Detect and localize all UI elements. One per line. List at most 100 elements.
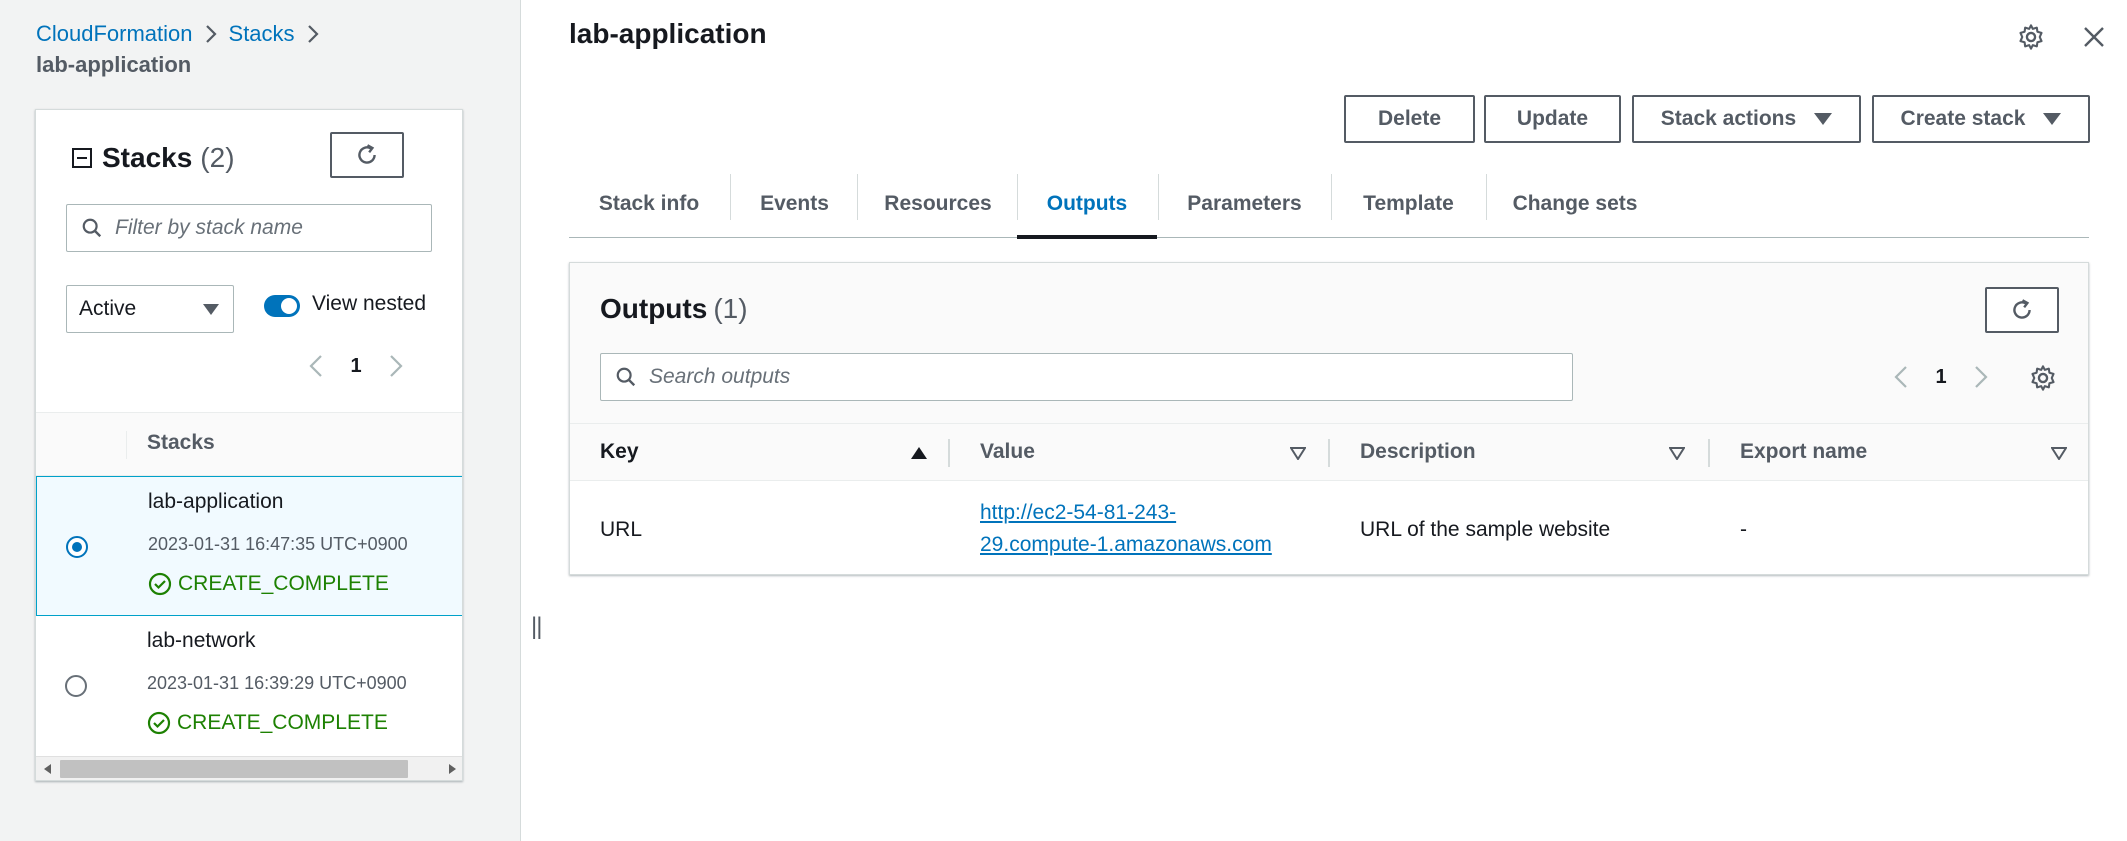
stack-actions-dropdown[interactable]: Stack actions — [1632, 95, 1861, 143]
current-page-number[interactable]: 1 — [1921, 361, 1961, 393]
stack-filter-placeholder: Filter by stack name — [115, 216, 303, 239]
stacks-navigation-panel: CloudFormation Stacks lab-application Sta… — [0, 0, 521, 841]
stack-created-time: 2023-01-31 16:47:35 UTC+0900 — [148, 534, 408, 554]
previous-page-button[interactable] — [1881, 361, 1921, 393]
outputs-count: (1) — [713, 293, 748, 324]
previous-page-button[interactable] — [296, 350, 336, 382]
output-export-name: - — [1740, 518, 1747, 541]
chevron-right-icon — [1975, 366, 1988, 388]
close-icon — [2084, 27, 2104, 47]
check-circle-icon — [147, 711, 171, 735]
column-header-key[interactable]: Key — [600, 440, 639, 464]
sort-ascending-icon[interactable] — [911, 447, 927, 459]
gear-icon — [2031, 365, 2055, 391]
view-nested-toggle[interactable] — [264, 295, 300, 317]
delete-button[interactable]: Delete — [1344, 95, 1475, 143]
stacks-pagination: 1 — [296, 350, 416, 382]
create-stack-label: Create stack — [1900, 107, 2026, 130]
stack-status: CREATE_COMPLETE — [148, 572, 389, 596]
tab-parameters[interactable]: Parameters — [1158, 170, 1331, 238]
stack-row[interactable]: lab-application 2023-01-31 16:47:35 UTC+… — [36, 476, 462, 616]
breadcrumb-cloudformation-link[interactable]: CloudFormation — [36, 21, 193, 46]
next-page-button[interactable] — [1961, 361, 2001, 393]
update-button[interactable]: Update — [1484, 95, 1621, 143]
breadcrumb-stacks-link[interactable]: Stacks — [229, 21, 295, 46]
outputs-container: Outputs (1) Search outputs 1 Key Value De… — [569, 262, 2089, 575]
outputs-table-header: Key Value Description Export name — [570, 423, 2088, 481]
create-stack-dropdown[interactable]: Create stack — [1872, 95, 2090, 143]
sort-descending-icon[interactable] — [2051, 447, 2067, 460]
stack-select-radio[interactable] — [66, 536, 88, 558]
column-divider — [1708, 439, 1710, 467]
stacks-column-header: Stacks — [147, 431, 215, 454]
refresh-outputs-button[interactable] — [1985, 287, 2059, 333]
stacks-panel-title: Stacks (2) — [72, 142, 235, 174]
caret-down-icon — [203, 304, 219, 315]
column-header-description[interactable]: Description — [1360, 440, 1476, 464]
output-description: URL of the sample website — [1360, 518, 1611, 541]
outputs-title-text: Outputs — [600, 293, 708, 324]
horizontal-scrollbar[interactable] — [36, 756, 462, 780]
outputs-search-placeholder: Search outputs — [649, 365, 791, 388]
view-nested-label: View nested — [312, 292, 427, 315]
stack-filter-input[interactable]: Filter by stack name — [66, 204, 432, 252]
next-page-button[interactable] — [376, 350, 416, 382]
settings-button[interactable] — [2014, 20, 2048, 54]
stack-row[interactable]: lab-network 2023-01-31 16:39:29 UTC+0900… — [36, 616, 462, 756]
stack-status: CREATE_COMPLETE — [147, 711, 388, 735]
chevron-right-icon — [307, 20, 319, 48]
stacks-table-header: Stacks — [36, 412, 462, 476]
status-filter-value: Active — [79, 297, 137, 320]
refresh-stacks-button[interactable] — [330, 132, 404, 178]
column-header-export-name[interactable]: Export name — [1740, 440, 1867, 464]
breadcrumb: CloudFormation Stacks — [36, 20, 331, 48]
chevron-right-icon — [205, 20, 217, 48]
column-divider — [1328, 439, 1330, 467]
stacks-list-container: Stacks (2) Filter by stack name Active V… — [35, 109, 463, 781]
stacks-title-text: Stacks — [102, 142, 193, 173]
outputs-search-input[interactable]: Search outputs — [600, 353, 1573, 401]
scrollbar-thumb[interactable] — [60, 760, 408, 778]
scroll-left-arrow-icon[interactable] — [44, 764, 51, 774]
stack-status-text: CREATE_COMPLETE — [177, 711, 388, 734]
table-preferences-button[interactable] — [2026, 361, 2060, 395]
caret-down-icon — [1814, 113, 1833, 125]
tab-stack-info[interactable]: Stack info — [569, 170, 729, 238]
sort-descending-icon[interactable] — [1290, 447, 1306, 460]
page-title: lab-application — [569, 18, 767, 49]
outputs-pagination: 1 — [1881, 361, 2001, 393]
column-divider — [126, 431, 127, 459]
caret-down-icon — [2043, 113, 2062, 125]
search-icon — [82, 218, 102, 238]
tab-outputs[interactable]: Outputs — [1017, 170, 1157, 239]
column-divider — [948, 439, 950, 467]
collapse-icon[interactable] — [72, 148, 92, 168]
output-value-line-2[interactable]: 29.compute-1.amazonaws.com — [980, 529, 1272, 561]
tab-resources[interactable]: Resources — [858, 170, 1018, 238]
status-filter-select[interactable]: Active — [66, 285, 234, 333]
output-value-line-1[interactable]: http://ec2-54-81-243- — [980, 497, 1272, 529]
scroll-right-arrow-icon[interactable] — [449, 764, 456, 774]
chevron-left-icon — [309, 355, 322, 377]
column-header-value[interactable]: Value — [980, 440, 1035, 464]
chevron-left-icon — [1894, 366, 1907, 388]
output-value-link[interactable]: http://ec2-54-81-243- 29.compute-1.amazo… — [980, 497, 1272, 561]
current-page-number[interactable]: 1 — [336, 350, 376, 382]
tab-events[interactable]: Events — [731, 170, 858, 238]
close-button[interactable] — [2077, 20, 2111, 54]
gear-icon — [2019, 24, 2043, 50]
panel-resize-handle-icon[interactable]: || — [531, 613, 543, 641]
chevron-right-icon — [390, 355, 403, 377]
stack-name[interactable]: lab-application — [148, 490, 283, 514]
tab-change-sets[interactable]: Change sets — [1486, 170, 1664, 238]
stack-detail-tabs: Stack info Events Resources Outputs Para… — [569, 170, 2089, 239]
check-circle-icon — [148, 572, 172, 596]
tab-template[interactable]: Template — [1331, 170, 1486, 238]
sort-descending-icon[interactable] — [1669, 447, 1685, 460]
stack-created-time: 2023-01-31 16:39:29 UTC+0900 — [147, 673, 407, 693]
outputs-title: Outputs (1) — [600, 293, 748, 325]
stacks-count: (2) — [200, 142, 235, 173]
stack-select-radio[interactable] — [65, 675, 87, 697]
stack-name[interactable]: lab-network — [147, 629, 256, 653]
search-icon — [616, 367, 636, 387]
